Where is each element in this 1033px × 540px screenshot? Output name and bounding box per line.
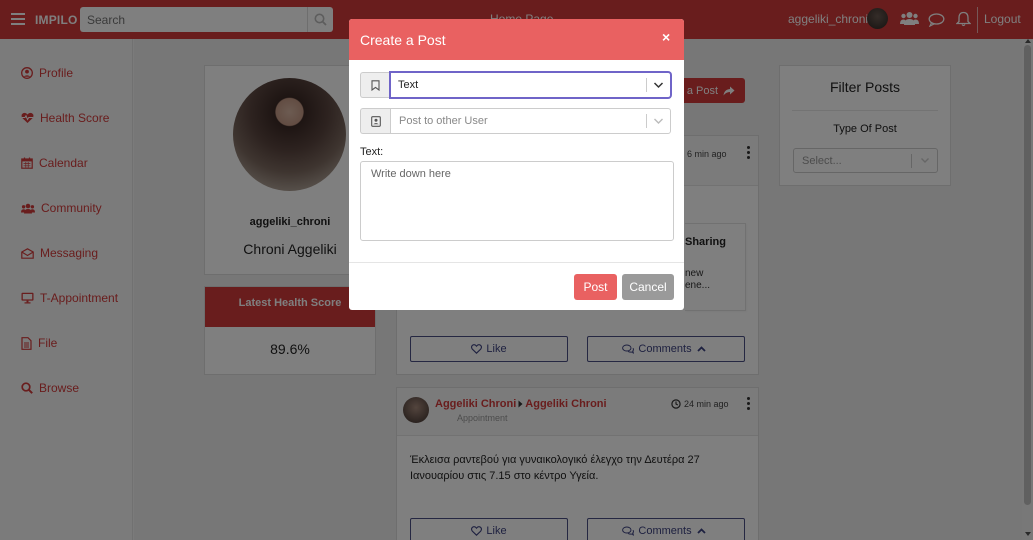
modal-footer-divider [349,262,684,263]
target-user-select[interactable]: Post to other User [390,108,671,134]
post-button[interactable]: Post [574,274,617,300]
target-user-field: Post to other User [360,108,671,134]
chevron-down-icon [654,118,663,124]
post-text-area[interactable] [360,161,674,241]
post-type-value: Text [398,79,419,91]
cancel-button[interactable]: Cancel [622,274,674,300]
post-type-field: Text [360,72,671,98]
text-field-label: Text: [360,146,384,158]
bookmark-icon [360,72,390,98]
create-post-modal: Create a Post × Text Post to other User … [349,19,684,310]
modal-title: Create a Post [360,32,446,48]
modal-header: Create a Post × [349,19,684,60]
close-icon[interactable]: × [662,29,670,45]
post-type-select[interactable]: Text [390,72,671,98]
select-separator [646,114,647,128]
contact-card-icon [360,108,390,134]
select-separator [646,78,647,92]
chevron-down-icon [653,82,664,89]
target-user-placeholder: Post to other User [399,115,488,127]
